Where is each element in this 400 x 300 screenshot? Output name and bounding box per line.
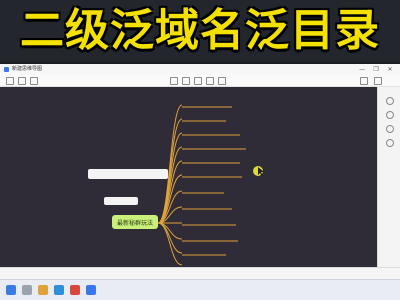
os-taskbar [0,279,400,300]
share-icon[interactable] [360,77,368,85]
maximize-button[interactable]: ❐ [370,65,382,74]
mindmap-svg: 最新秘群玩法 [88,104,264,266]
menu-icon[interactable] [6,77,14,85]
export-icon[interactable] [374,77,382,85]
insert-node-icon[interactable] [170,77,178,85]
search-icon[interactable] [22,285,32,295]
style-icon[interactable] [194,77,202,85]
toolbar [0,75,400,87]
window-controls: — ❐ ✕ [356,65,396,74]
video-banner: 二级泛域名泛目录 [0,0,400,62]
mindmap-app-icon[interactable] [86,285,96,295]
right-sidebar [377,87,400,267]
file-explorer-icon[interactable] [38,285,48,295]
branch-connectors [157,104,183,266]
insert-child-icon[interactable] [182,77,190,85]
branch-underlines [182,106,246,256]
app-icon[interactable] [70,285,80,295]
banner-title: 二级泛域名泛目录 [20,5,380,56]
document-title: 新建思维导图 [12,66,43,72]
root-node-label: 最新秘群玩法 [117,219,153,227]
note-node-2[interactable] [104,197,138,205]
link-icon[interactable] [218,77,226,85]
settings-icon[interactable] [386,139,394,147]
start-icon[interactable] [6,285,16,295]
layout-icon[interactable] [386,125,394,133]
mindmap-canvas[interactable]: 最新秘群玩法 [0,87,400,267]
close-button[interactable]: ✕ [384,65,396,74]
theme-icon[interactable] [386,111,394,119]
app-window: 新建思维导图 — ❐ ✕ 最新秘群玩法 [0,64,400,300]
redo-icon[interactable] [30,77,38,85]
note-node-1[interactable] [88,169,168,179]
outline-icon[interactable] [386,97,394,105]
image-icon[interactable] [206,77,214,85]
app-logo-icon [4,67,9,72]
minimize-button[interactable]: — [356,65,368,74]
browser-icon[interactable] [54,285,64,295]
undo-icon[interactable] [18,77,26,85]
